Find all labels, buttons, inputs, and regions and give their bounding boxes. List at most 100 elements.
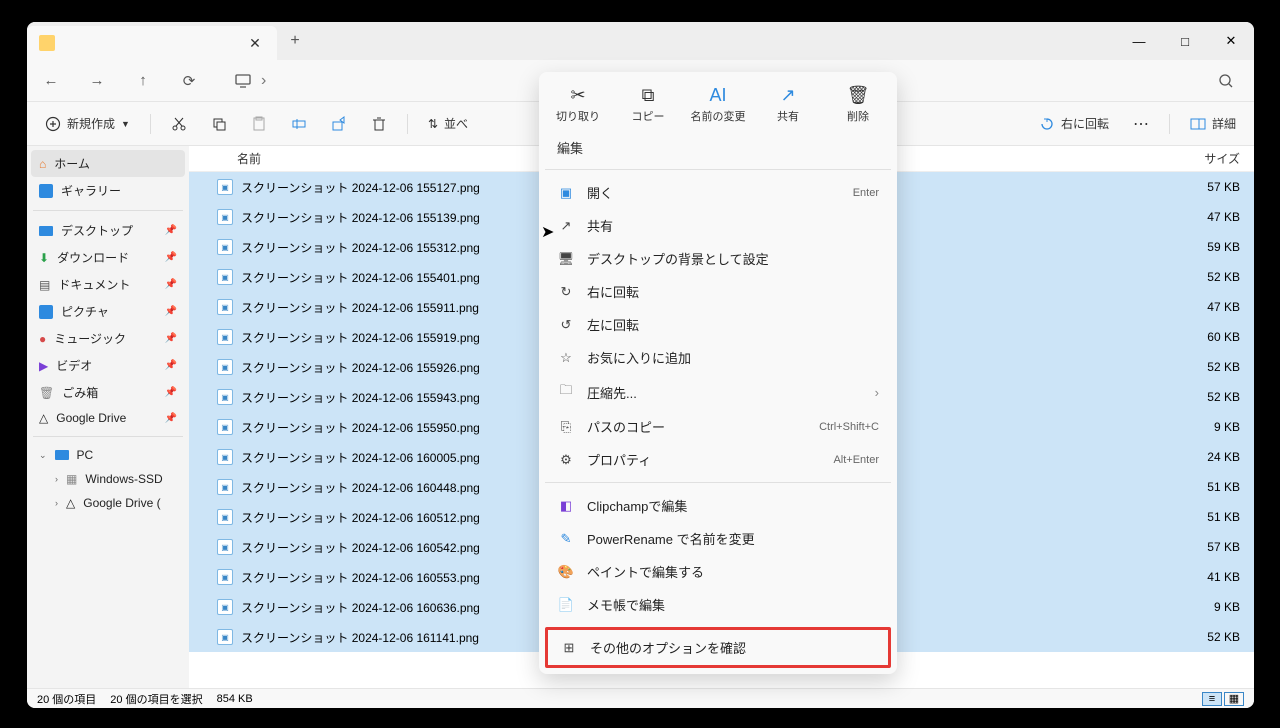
sidebar-item-downloads[interactable]: ⬇ダウンロード📌: [31, 244, 185, 271]
details-view-button[interactable]: ≡: [1202, 692, 1222, 706]
image-file-icon: ▣: [217, 479, 233, 495]
powerrename-icon: ✎: [557, 531, 575, 547]
sidebar-item-gdrive2[interactable]: ›△Google Drive (: [31, 491, 185, 515]
window-controls: — □ ✕: [1116, 22, 1254, 60]
ctx-notepad[interactable]: 📄メモ帳で編集: [539, 588, 897, 621]
pictures-icon: [39, 305, 53, 319]
rotate-right-button[interactable]: 右に回転: [1031, 111, 1117, 136]
ctx-paint[interactable]: 🎨ペイントで編集する: [539, 555, 897, 588]
image-file-icon: ▣: [217, 449, 233, 465]
context-top-row: ✂切り取り ⧉コピー AI名前の変更 ↗共有 🗑削除: [539, 72, 897, 130]
music-icon: ●: [39, 332, 46, 346]
file-name: スクリーンショット 2024-12-06 155926.png: [241, 359, 480, 376]
copy-icon: ⧉: [642, 84, 655, 106]
file-name: スクリーンショット 2024-12-06 155401.png: [241, 269, 480, 286]
sidebar-item-winssd[interactable]: ›▦Windows-SSD: [31, 467, 185, 491]
pin-icon: 📌: [165, 387, 177, 398]
gdrive-icon: △: [39, 411, 48, 425]
highlighted-option: ⊞その他のオプションを確認: [545, 627, 891, 668]
close-button[interactable]: ✕: [1208, 22, 1254, 60]
file-name: スクリーンショット 2024-12-06 155312.png: [241, 239, 480, 256]
notepad-icon: 📄: [557, 597, 575, 613]
sort-button[interactable]: ⇅並べ: [420, 111, 476, 136]
rename-icon: AI: [709, 84, 726, 106]
cut-button[interactable]: [163, 112, 195, 136]
sidebar-item-home[interactable]: ⌂ホーム: [31, 150, 185, 177]
sidebar-item-pictures[interactable]: ピクチャ📌: [31, 298, 185, 325]
file-name: スクリーンショット 2024-12-06 160448.png: [241, 479, 480, 496]
share-button[interactable]: [323, 112, 355, 136]
trash-icon: [371, 116, 387, 132]
sidebar-item-gdrive[interactable]: △Google Drive📌: [31, 406, 185, 430]
sort-icon: ⇅: [428, 117, 438, 131]
chevron-down-icon: ▼: [121, 119, 130, 129]
image-file-icon: ▣: [217, 299, 233, 315]
sidebar-item-music[interactable]: ●ミュージック📌: [31, 325, 185, 352]
forward-button[interactable]: →: [87, 72, 107, 89]
titlebar: ✕ + — □ ✕: [27, 22, 1254, 60]
ctx-more-options[interactable]: ⊞その他のオプションを確認: [548, 630, 888, 665]
sidebar-item-pc[interactable]: ⌄PC: [31, 443, 185, 467]
sidebar-item-gallery[interactable]: ギャラリー: [31, 177, 185, 204]
ctx-clipchamp[interactable]: ◧Clipchampで編集: [539, 489, 897, 522]
delete-button[interactable]: [363, 112, 395, 136]
sidebar-item-videos[interactable]: ▶ビデオ📌: [31, 352, 185, 379]
file-size: 9 KB: [1164, 420, 1254, 434]
sidebar-item-documents[interactable]: ▤ドキュメント📌: [31, 271, 185, 298]
back-button[interactable]: ←: [41, 72, 61, 89]
new-button[interactable]: 新規作成 ▼: [37, 111, 138, 136]
ctx-copy[interactable]: ⧉コピー: [613, 80, 683, 128]
trash-icon: 🗑: [39, 386, 54, 400]
ctx-powerrename[interactable]: ✎PowerRename で名前を変更: [539, 522, 897, 555]
view-switcher: ≡ ▦: [1202, 692, 1244, 706]
ctx-rename[interactable]: AI名前の変更: [683, 80, 753, 128]
ctx-properties[interactable]: ⚙プロパティAlt+Enter: [539, 443, 897, 476]
breadcrumb-chevron: ›: [261, 72, 266, 90]
ctx-share2[interactable]: ↗共有: [539, 209, 897, 242]
refresh-button[interactable]: ⟳: [179, 72, 199, 90]
sidebar-item-desktop[interactable]: デスクトップ📌: [31, 217, 185, 244]
paint-icon: 🎨: [557, 564, 575, 580]
details-button[interactable]: 詳細: [1182, 111, 1244, 136]
ctx-rotate-left[interactable]: ↺左に回転: [539, 308, 897, 341]
chevron-right-icon: ›: [875, 385, 879, 400]
new-tab-button[interactable]: +: [277, 32, 313, 50]
ctx-cut[interactable]: ✂切り取り: [543, 80, 613, 128]
tab[interactable]: ✕: [27, 26, 277, 60]
paste-button[interactable]: [243, 112, 275, 136]
status-size: 854 KB: [217, 693, 253, 705]
maximize-button[interactable]: □: [1162, 22, 1208, 60]
minimize-button[interactable]: —: [1116, 22, 1162, 60]
image-file-icon: ▣: [217, 329, 233, 345]
image-file-icon: ▣: [217, 389, 233, 405]
file-name: スクリーンショット 2024-12-06 155943.png: [241, 389, 480, 406]
tab-close-button[interactable]: ✕: [241, 29, 269, 57]
file-name: スクリーンショット 2024-12-06 155127.png: [241, 179, 480, 196]
copy-button[interactable]: [203, 112, 235, 136]
ctx-wallpaper[interactable]: 🖥デスクトップの背景として設定: [539, 242, 897, 275]
ctx-rotate-right[interactable]: ↻右に回転: [539, 275, 897, 308]
ctx-share[interactable]: ↗共有: [753, 80, 823, 128]
ctx-delete[interactable]: 🗑削除: [823, 80, 893, 128]
image-file-icon: ▣: [217, 569, 233, 585]
rotate-right-icon: [1039, 116, 1055, 132]
pin-icon: 📌: [165, 279, 177, 290]
file-size: 9 KB: [1164, 600, 1254, 614]
column-size[interactable]: サイズ: [1164, 150, 1254, 167]
file-name: スクリーンショット 2024-12-06 161141.png: [241, 629, 479, 646]
rename-button[interactable]: [283, 112, 315, 136]
ctx-open[interactable]: ▣開くEnter: [539, 176, 897, 209]
ctx-favorite[interactable]: ☆お気に入りに追加: [539, 341, 897, 374]
properties-icon: ⚙: [557, 452, 575, 468]
more-button[interactable]: ⋯: [1125, 110, 1157, 138]
file-size: 41 KB: [1164, 570, 1254, 584]
ctx-compress[interactable]: 🗀圧縮先...›: [539, 374, 897, 410]
clipchamp-icon: ◧: [557, 498, 575, 514]
thumbnails-view-button[interactable]: ▦: [1224, 692, 1244, 706]
search-icon[interactable]: [1218, 73, 1234, 89]
clipboard-icon: [251, 116, 267, 132]
up-button[interactable]: ↑: [133, 72, 153, 89]
ctx-copypath[interactable]: ⎘パスのコピーCtrl+Shift+C: [539, 410, 897, 443]
sidebar-item-trash[interactable]: 🗑ごみ箱📌: [31, 379, 185, 406]
rotate-right-icon: ↻: [557, 284, 575, 300]
